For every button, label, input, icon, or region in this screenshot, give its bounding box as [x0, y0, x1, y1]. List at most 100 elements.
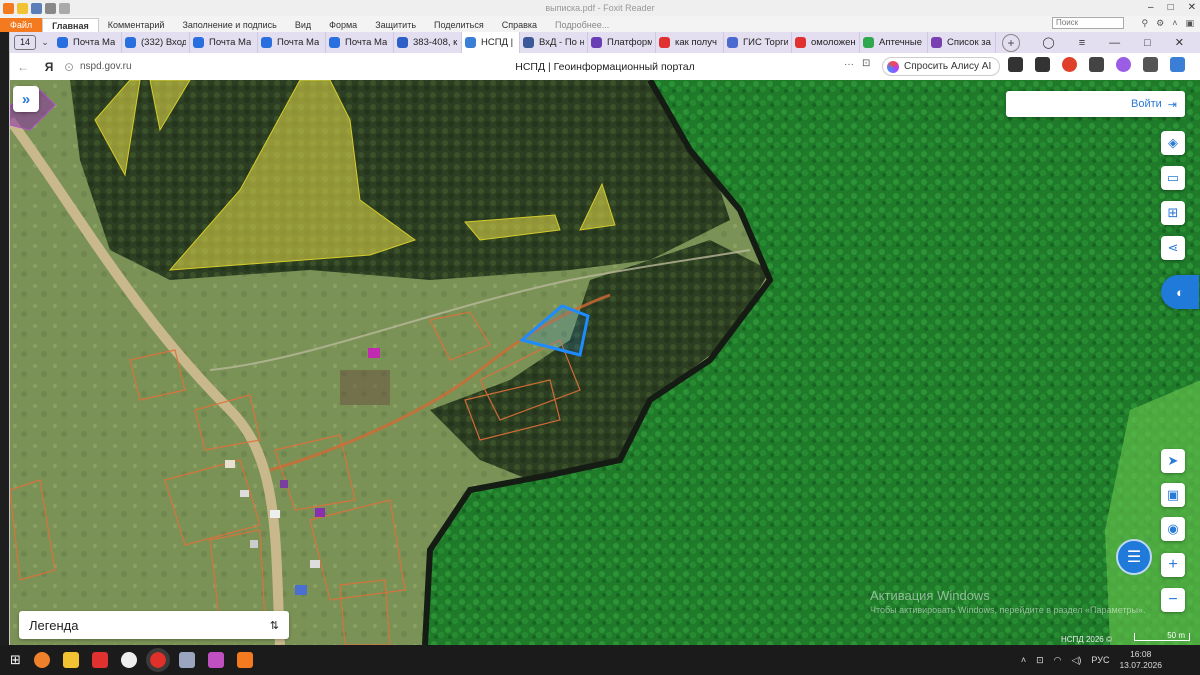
tab-favicon-icon	[465, 37, 476, 48]
browser-tab[interactable]: (332) Вход	[122, 32, 190, 53]
expand-panel-button[interactable]: »	[13, 86, 39, 112]
map-view[interactable]: » Войти ⇥ ◈ ▭ ⊞ ⋖ ◐ ➤ ▣ ◉ + − ☰ Легенда …	[10, 80, 1200, 645]
zoom-out-button[interactable]: −	[1161, 588, 1185, 612]
menu-form[interactable]: Форма	[320, 18, 366, 32]
back-icon[interactable]: ←	[10, 60, 36, 74]
app-icon[interactable]	[178, 652, 195, 668]
settings-icon[interactable]: ⚙	[1156, 18, 1164, 29]
menu-icon[interactable]: ≡	[1079, 37, 1085, 49]
clock[interactable]: 16:08 13.07.2026	[1119, 649, 1162, 671]
downloads-icon[interactable]	[1170, 57, 1185, 72]
browser-tab[interactable]: ГИС Торги	[724, 32, 792, 53]
menu-fill-sign[interactable]: Заполнение и подпись	[173, 18, 285, 32]
menu-file[interactable]: Файл	[0, 18, 43, 32]
measure-button[interactable]: ▭	[1161, 166, 1185, 190]
scale-bar: 50 m	[1134, 632, 1190, 641]
browser-tab[interactable]: Почта Ма	[258, 32, 326, 53]
site-info-icon[interactable]: ⊙	[62, 60, 76, 74]
app-icon[interactable]	[207, 652, 224, 668]
login-button[interactable]: Войти ⇥	[1006, 91, 1185, 117]
menu-comment[interactable]: Комментарий	[99, 18, 174, 32]
browser-tab[interactable]: омоложен	[792, 32, 860, 53]
extension-icon[interactable]	[1089, 57, 1104, 72]
minimize-icon[interactable]: —	[1109, 37, 1120, 49]
menu-view[interactable]: Вид	[286, 18, 320, 32]
tab-favicon-icon	[193, 37, 204, 48]
yandex-icon[interactable]: Я	[36, 60, 62, 74]
browser-tab[interactable]: Почта Ма	[326, 32, 394, 53]
menu-help[interactable]: Справка	[493, 18, 546, 32]
extension-icon[interactable]	[1008, 57, 1023, 72]
alice-button[interactable]: Спросить Алису AI	[882, 57, 1001, 76]
my-location-button[interactable]: ◉	[1161, 517, 1185, 541]
new-tab-button[interactable]: +	[1002, 33, 1020, 52]
menu-home[interactable]: Главная	[42, 18, 99, 32]
chevron-up-icon[interactable]: ˄	[1172, 18, 1177, 29]
close-icon[interactable]: ✕	[1175, 36, 1184, 49]
legend-panel[interactable]: Легенда ⇅	[19, 611, 289, 639]
wifi-icon[interactable]: ◠	[1054, 655, 1062, 666]
language-indicator[interactable]: РУС	[1091, 655, 1109, 665]
zoom-in-button[interactable]: +	[1161, 553, 1185, 577]
file-explorer-icon[interactable]	[62, 652, 79, 668]
extension-icon[interactable]	[1116, 57, 1131, 72]
profile-icon[interactable]: ◯	[1042, 36, 1054, 49]
yandex-browser-icon[interactable]	[145, 648, 170, 672]
minus-icon: −	[1168, 591, 1178, 608]
url-field[interactable]: nspd.gov.ru	[80, 61, 132, 72]
locate-direction-button[interactable]: ➤	[1161, 449, 1185, 473]
chevron-down-icon[interactable]: ⌄	[36, 37, 54, 48]
tab-count-button[interactable]: 14	[14, 35, 36, 50]
extension-icon[interactable]	[1062, 57, 1077, 72]
browser-tab[interactable]: Почта Ма	[190, 32, 258, 53]
search-icon[interactable]: ⚲	[1142, 18, 1149, 29]
tab-label: Почта Ма	[209, 37, 252, 48]
browser-tab[interactable]: 383-408, к	[394, 32, 462, 53]
assistant-icon: ◐	[1176, 284, 1184, 300]
extension-icon[interactable]	[1035, 57, 1050, 72]
network-icon[interactable]: ⊡	[1036, 655, 1044, 666]
browser-tab[interactable]: НСПД |	[462, 32, 520, 53]
menu-protect[interactable]: Защитить	[366, 18, 425, 32]
login-label: Войти	[1130, 98, 1162, 110]
menu-more[interactable]: Подробнее...	[546, 18, 618, 32]
pdf-toolbar-icons: ⚲ ⚙ ˄ ▣	[1142, 18, 1194, 29]
minimize-icon[interactable]: –	[1148, 2, 1154, 13]
select-area-button[interactable]: ⊞	[1161, 201, 1185, 225]
share-button[interactable]: ⋖	[1161, 236, 1185, 260]
tab-favicon-icon	[591, 37, 602, 48]
assistant-tab[interactable]: ◐	[1161, 275, 1199, 309]
tab-favicon-icon	[261, 37, 272, 48]
bookmark-icon[interactable]: ⊡	[862, 58, 870, 69]
more-icon[interactable]: ···	[844, 59, 854, 70]
foxit-reader-icon[interactable]	[236, 652, 253, 668]
satellite-map[interactable]	[10, 80, 1200, 645]
close-icon[interactable]: ✕	[1188, 2, 1196, 13]
basemap-button[interactable]: ▣	[1161, 483, 1185, 507]
layers-button[interactable]: ◈	[1161, 131, 1185, 155]
tab-label: Почта Ма	[277, 37, 320, 48]
browser-tab[interactable]: Список за	[928, 32, 996, 53]
menu-share[interactable]: Поделиться	[425, 18, 493, 32]
volume-icon[interactable]: ◁)	[1072, 655, 1082, 666]
browser-tab[interactable]: Платформ	[588, 32, 656, 53]
extension-icon[interactable]	[1143, 57, 1158, 72]
yandex-icon[interactable]	[91, 652, 108, 668]
browser-tab[interactable]: ВхД - По н	[520, 32, 588, 53]
browser-tab[interactable]: Почта Ма	[54, 32, 122, 53]
maximize-icon[interactable]: □	[1144, 37, 1151, 49]
app-icon[interactable]	[120, 652, 137, 668]
pdf-search-input[interactable]: Поиск	[1052, 17, 1124, 29]
chat-button[interactable]: ☰	[1116, 539, 1152, 575]
alice-label: Спросить Алису AI	[904, 61, 992, 72]
pdf-reader-menu: Файл Главная Комментарий Заполнение и по…	[0, 16, 1200, 32]
tab-label: Платформ	[607, 37, 652, 48]
firefox-icon[interactable]	[33, 652, 50, 668]
maximize-icon[interactable]: □	[1168, 2, 1174, 13]
windows-start-icon[interactable]: ⊞	[10, 652, 21, 668]
extension-icons	[1008, 57, 1185, 72]
chevron-up-icon[interactable]: ˄	[1021, 655, 1026, 665]
browser-tab[interactable]: Аптечные	[860, 32, 928, 53]
browser-tab[interactable]: как получ	[656, 32, 724, 53]
user-icon[interactable]: ▣	[1185, 18, 1194, 29]
